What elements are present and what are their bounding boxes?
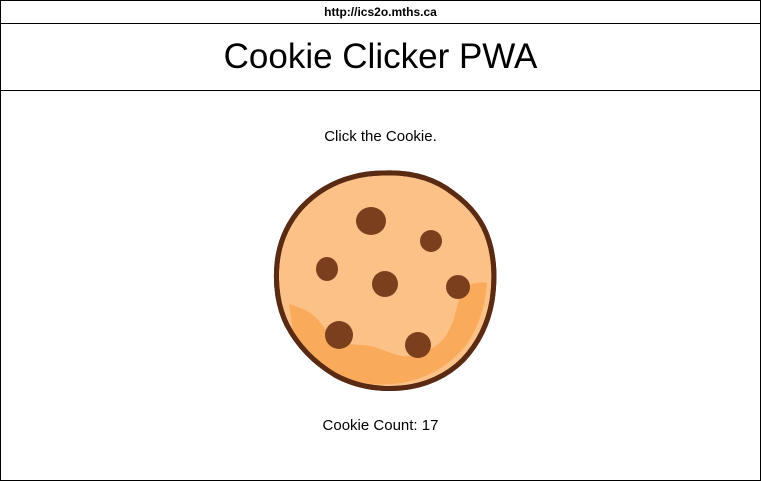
main-content: Click the Cookie. Cookie Count: 17	[1, 91, 760, 479]
page-title: Cookie Clicker PWA	[223, 37, 538, 76]
chocolate-chip	[446, 275, 470, 299]
url-bar: http://ics2o.mths.ca	[1, 1, 760, 24]
cookie-button[interactable]	[273, 169, 497, 391]
page-header: Cookie Clicker PWA	[1, 24, 760, 91]
url-text: http://ics2o.mths.ca	[324, 5, 437, 19]
instruction-text: Click the Cookie.	[324, 128, 437, 145]
app-window: http://ics2o.mths.ca Cookie Clicker PWA …	[0, 0, 761, 481]
chocolate-chip	[316, 257, 338, 281]
chocolate-chip	[325, 321, 353, 349]
chocolate-chip	[356, 207, 386, 235]
chocolate-chip	[372, 271, 398, 297]
cookie-icon	[273, 170, 497, 391]
chocolate-chip	[420, 230, 442, 252]
chocolate-chip	[405, 332, 431, 358]
cookie-counter: Cookie Count: 17	[1, 417, 760, 434]
counter-value: 17	[421, 417, 439, 434]
counter-label: Cookie Count:	[322, 417, 422, 434]
